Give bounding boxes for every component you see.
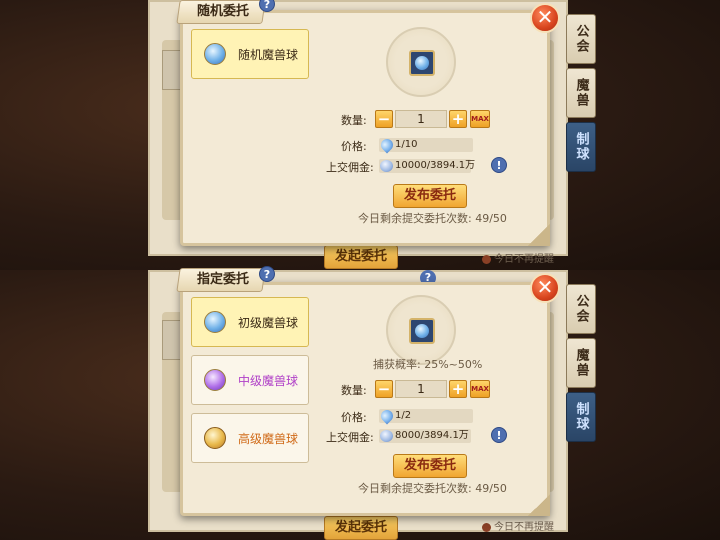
random-commission-dialog: 随机魔兽球 数量: − 1 + MAX 价格: 1/10 上交佣金: 10000…	[180, 10, 550, 246]
quantity-label: 数量:	[341, 384, 367, 397]
tab-guild[interactable]: 公会	[566, 284, 596, 334]
info-icon[interactable]: !	[491, 427, 507, 443]
underlying-dont-remind[interactable]: 今日不再提醒	[482, 250, 554, 265]
remaining-count: 今日剩余提交委托次数: 49/50	[358, 212, 507, 225]
dialog-title: 随机委托	[197, 4, 250, 19]
checkbox-dot-icon	[482, 254, 491, 264]
blue-orb-icon	[415, 324, 429, 338]
publish-commission-button[interactable]: 发布委托	[393, 184, 467, 208]
coin-icon	[380, 430, 393, 442]
item-basic-beast-ball[interactable]: 初级魔兽球	[191, 297, 309, 347]
specified-commission-dialog: 初级魔兽球 中级魔兽球 高级魔兽球 捕获概率: 25%~50% 数量: − 1 …	[180, 282, 550, 516]
preview-ring	[386, 295, 456, 365]
blue-orb-icon	[204, 43, 226, 65]
blue-orb-icon	[204, 311, 226, 333]
commission-value: 10000/3894.1万	[379, 159, 475, 173]
quantity-field[interactable]: 1	[395, 380, 447, 398]
dialog-title-tab: 指定委托	[176, 268, 266, 292]
tab-monster[interactable]: 魔兽	[566, 68, 596, 118]
max-button[interactable]: MAX	[470, 380, 490, 398]
price-value: 1/2	[378, 407, 473, 425]
price-label: 价格:	[341, 140, 367, 153]
dialog-title: 指定委托	[197, 272, 250, 287]
price-value: 1/10	[378, 136, 473, 154]
price-text: 1/10	[395, 139, 418, 150]
close-button[interactable]: ✕	[530, 273, 560, 303]
gem-icon	[378, 136, 396, 154]
underlying-launch-button[interactable]: 发起委托	[324, 516, 398, 540]
gem-icon	[378, 407, 396, 425]
info-icon[interactable]: !	[491, 157, 507, 173]
quantity-label: 数量:	[341, 114, 367, 127]
underlying-dont-remind[interactable]: 今日不再提醒	[482, 518, 554, 533]
close-button[interactable]: ✕	[530, 3, 560, 33]
remaining-count: 今日剩余提交委托次数: 49/50	[358, 482, 507, 495]
help-icon[interactable]: ?	[259, 266, 275, 282]
item-random-beast-ball[interactable]: 随机魔兽球	[191, 29, 309, 79]
tab-monster[interactable]: 魔兽	[566, 338, 596, 388]
price-text: 1/2	[395, 410, 412, 421]
dialog-title-tab: 随机委托	[176, 0, 266, 24]
minus-button[interactable]: −	[375, 110, 393, 128]
item-label: 随机魔兽球	[238, 47, 299, 62]
preview-slot	[409, 318, 435, 344]
dont-remind-label: 今日不再提醒	[494, 522, 554, 533]
tab-make-ball[interactable]: 制球	[566, 122, 596, 172]
item-medium-beast-ball[interactable]: 中级魔兽球	[191, 355, 309, 405]
tab-guild[interactable]: 公会	[566, 14, 596, 64]
item-label: 初级魔兽球	[238, 315, 299, 330]
commission-text: 10000/3894.1万	[395, 160, 476, 171]
underlying-launch-button[interactable]: 发起委托	[324, 245, 398, 269]
plus-button[interactable]: +	[449, 380, 467, 398]
commission-label: 上交佣金:	[326, 431, 374, 444]
price-label: 价格:	[341, 411, 367, 424]
item-advanced-beast-ball[interactable]: 高级魔兽球	[191, 413, 309, 463]
commission-value: 8000/3894.1万	[379, 429, 471, 443]
purple-orb-icon	[204, 369, 226, 391]
dont-remind-label: 今日不再提醒	[494, 254, 554, 265]
preview-ring	[386, 27, 456, 97]
preview-slot	[409, 50, 435, 76]
quantity-field[interactable]: 1	[395, 110, 447, 128]
minus-button[interactable]: −	[375, 380, 393, 398]
coin-icon	[380, 160, 393, 172]
item-label: 中级魔兽球	[238, 373, 299, 388]
commission-label: 上交佣金:	[326, 161, 374, 174]
publish-commission-button[interactable]: 发布委托	[393, 454, 467, 478]
gold-orb-icon	[204, 427, 226, 449]
max-button[interactable]: MAX	[470, 110, 490, 128]
plus-button[interactable]: +	[449, 110, 467, 128]
checkbox-dot-icon	[482, 522, 491, 532]
tab-make-ball[interactable]: 制球	[566, 392, 596, 442]
commission-text: 8000/3894.1万	[395, 430, 469, 441]
capture-rate: 捕获概率: 25%~50%	[373, 358, 483, 371]
blue-orb-icon	[415, 56, 429, 70]
item-label: 高级魔兽球	[238, 431, 299, 446]
